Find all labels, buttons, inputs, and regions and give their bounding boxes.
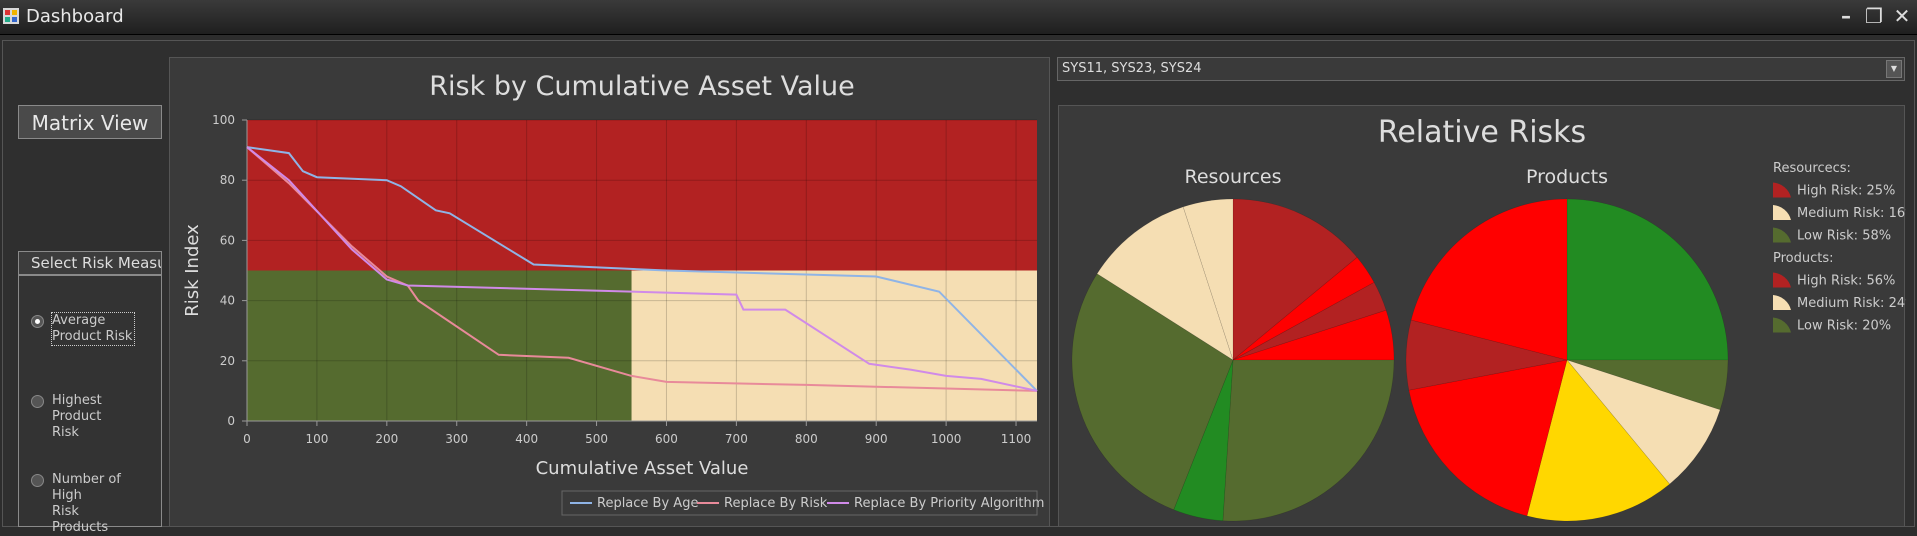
x-tick-label: 400: [515, 432, 538, 446]
pie-slice: [1566, 198, 1729, 361]
legend-swatch: [1773, 227, 1791, 243]
x-tick-label: 700: [725, 432, 748, 446]
risk-measure-group: Average Product Risk Highest Product Risk …: [18, 275, 162, 535]
restore-icon[interactable]: ❐: [1863, 4, 1885, 28]
legend-label: Medium Risk: 16%: [1797, 206, 1906, 221]
y-tick-label: 60: [220, 233, 235, 247]
x-tick-label: 300: [445, 432, 468, 446]
legend-swatch: [1773, 182, 1791, 198]
pie-slice: [1222, 359, 1395, 522]
relative-risks-chart: Relative Risks Resources Products Resourcec…: [1071, 115, 1917, 522]
legend-label: Medium Risk: 24%: [1797, 296, 1906, 311]
systems-dropdown-value: SYS11, SYS23, SYS24: [1062, 61, 1202, 76]
close-icon[interactable]: ✕: [1891, 4, 1913, 28]
relative-risks-panel: Relative Risks Resources Products Resourcec…: [1058, 105, 1917, 527]
legend-label: Resourcecs:: [1773, 161, 1851, 176]
x-tick-label: 1000: [931, 432, 962, 446]
radio-button[interactable]: [31, 395, 44, 408]
x-tick-label: 800: [795, 432, 818, 446]
legend-label: Low Risk: 58%: [1797, 229, 1891, 244]
y-tick-label: 100: [212, 113, 235, 127]
systems-dropdown[interactable]: SYS11, SYS23, SYS24 ▼: [1057, 57, 1905, 81]
window-title: Dashboard: [26, 6, 124, 27]
x-tick-label: 600: [655, 432, 678, 446]
y-tick-label: 20: [220, 354, 235, 368]
y-axis-label: Risk Index: [182, 224, 203, 317]
matrix-view-button[interactable]: Matrix View: [18, 105, 162, 139]
chart-title: Risk by Cumulative Asset Value: [429, 71, 854, 102]
x-tick-label: 500: [585, 432, 608, 446]
y-tick-label: 0: [227, 414, 235, 428]
risk-measure-group-title: Select Risk Measu: [18, 251, 162, 275]
risk-line-chart: Risk by Cumulative Asset Value 0 20 40 60 80 1…: [182, 71, 1044, 516]
legend-label: Replace By Age: [597, 496, 698, 511]
legend-swatch: [1773, 295, 1791, 310]
x-tick-label: 200: [375, 432, 398, 446]
legend-label: Replace By Priority Algorithm: [854, 496, 1044, 511]
radio-button[interactable]: [31, 474, 44, 487]
legend-label: Products:: [1773, 251, 1834, 266]
pie-title: Resources: [1184, 166, 1281, 188]
legend-swatch: [1773, 317, 1791, 333]
radio-average-product-risk[interactable]: Average Product Risk: [31, 312, 135, 346]
app-icon: [3, 8, 19, 24]
region-low: [247, 270, 632, 421]
radio-number-high-risk-products[interactable]: Number of High Risk Products: [31, 472, 134, 536]
legend-label: Low Risk: 20%: [1797, 319, 1891, 334]
y-tick-label: 80: [220, 173, 235, 187]
legend-label: High Risk: 56%: [1797, 274, 1895, 289]
legend-label: High Risk: 25%: [1797, 184, 1895, 199]
x-axis-label: Cumulative Asset Value: [536, 458, 749, 479]
region-high: [247, 120, 1037, 271]
radio-button[interactable]: [31, 315, 44, 328]
pie-title: Products: [1526, 166, 1608, 188]
x-tick-label: 1100: [1001, 432, 1032, 446]
legend-swatch: [1773, 205, 1791, 220]
radio-label: Average Product Risk: [51, 312, 135, 346]
x-tick-label: 0: [243, 432, 251, 446]
risk-line-chart-panel: Risk by Cumulative Asset Value 0 20 40 60 80 1…: [169, 57, 1050, 527]
x-tick-label: 900: [865, 432, 888, 446]
chevron-down-icon[interactable]: ▼: [1886, 60, 1902, 78]
radio-highest-product-risk[interactable]: Highest Product Risk: [31, 393, 134, 441]
legend-label: Replace By Risk: [724, 496, 828, 511]
window-titlebar: Dashboard – ❐ ✕: [0, 0, 1917, 35]
legend-swatch: [1773, 272, 1791, 288]
radio-label: Highest Product Risk: [52, 393, 102, 440]
y-tick-label: 40: [220, 294, 235, 308]
radio-label: Number of High Risk Products: [52, 472, 121, 535]
minimize-icon[interactable]: –: [1835, 4, 1857, 28]
relative-risks-title: Relative Risks: [1378, 115, 1586, 150]
x-tick-label: 100: [305, 432, 328, 446]
